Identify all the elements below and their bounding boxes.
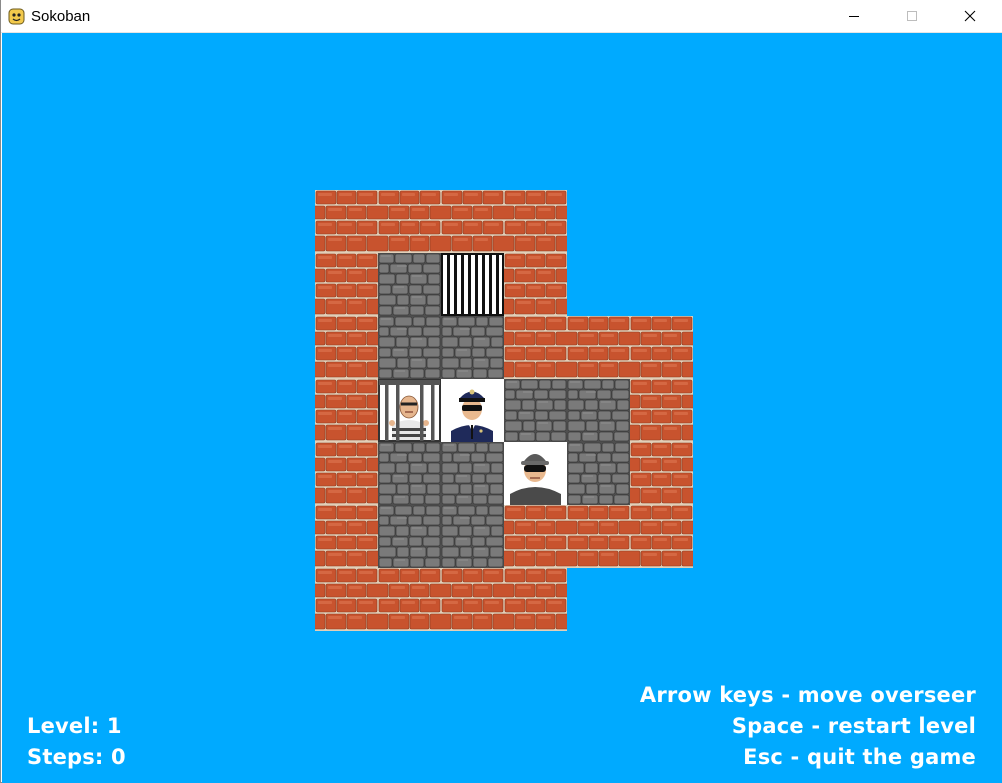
brick-wall-tile <box>378 568 441 631</box>
brick-wall-tile <box>630 316 693 379</box>
overseer-player <box>441 379 504 442</box>
level-indicator: Level: 1 <box>27 714 122 738</box>
brick-wall-tile <box>315 505 378 568</box>
maximize-button[interactable] <box>889 0 935 32</box>
maximize-icon <box>907 11 917 21</box>
help-move: Arrow keys - move overseer <box>639 683 976 707</box>
stone-floor-tile <box>378 316 441 379</box>
brick-wall-tile <box>315 379 378 442</box>
prisoner-in-cell-tile <box>378 379 441 442</box>
stone-floor-tile <box>441 442 504 505</box>
window-title: Sokoban <box>31 8 91 25</box>
stone-floor-tile <box>441 505 504 568</box>
brick-wall-tile <box>315 316 378 379</box>
brick-wall-tile <box>315 568 378 631</box>
brick-wall-tile <box>378 190 441 253</box>
stone-floor-tile <box>504 379 567 442</box>
sokoban-board <box>315 190 693 631</box>
brick-wall-tile <box>504 505 567 568</box>
brick-wall-tile <box>504 568 567 631</box>
steps-counter: Steps: 0 <box>27 745 126 769</box>
brick-wall-tile <box>567 505 630 568</box>
game-canvas[interactable]: Level: 1 Steps: 0 Arrow keys - move over… <box>2 33 1002 783</box>
brick-wall-tile <box>504 190 567 253</box>
minimize-button[interactable] <box>831 0 877 32</box>
pygame-snake-icon <box>8 8 25 25</box>
brick-wall-tile <box>441 190 504 253</box>
brick-wall-tile <box>630 442 693 505</box>
brick-wall-tile <box>630 505 693 568</box>
stone-floor-tile <box>441 316 504 379</box>
close-icon <box>964 10 976 22</box>
stone-floor-tile <box>378 442 441 505</box>
stone-floor-tile <box>378 505 441 568</box>
brick-wall-tile <box>567 316 630 379</box>
title-bar[interactable]: Sokoban <box>1 0 1002 33</box>
help-restart: Space - restart level <box>731 714 976 738</box>
stone-floor-tile <box>567 442 630 505</box>
stone-floor-tile <box>567 379 630 442</box>
robber-crate <box>504 442 567 505</box>
brick-wall-tile <box>630 379 693 442</box>
brick-wall-tile <box>441 568 504 631</box>
stone-floor-tile <box>378 253 441 316</box>
jail-cell-tile <box>441 253 504 316</box>
game-window: Sokoban Level: 1 Steps: 0 Arrow keys - m… <box>0 0 1002 783</box>
brick-wall-tile <box>315 442 378 505</box>
brick-wall-tile <box>504 316 567 379</box>
brick-wall-tile <box>504 253 567 316</box>
brick-wall-tile <box>315 253 378 316</box>
help-quit: Esc - quit the game <box>743 745 976 769</box>
minimize-icon <box>849 16 859 17</box>
brick-wall-tile <box>315 190 378 253</box>
close-button[interactable] <box>947 0 993 32</box>
